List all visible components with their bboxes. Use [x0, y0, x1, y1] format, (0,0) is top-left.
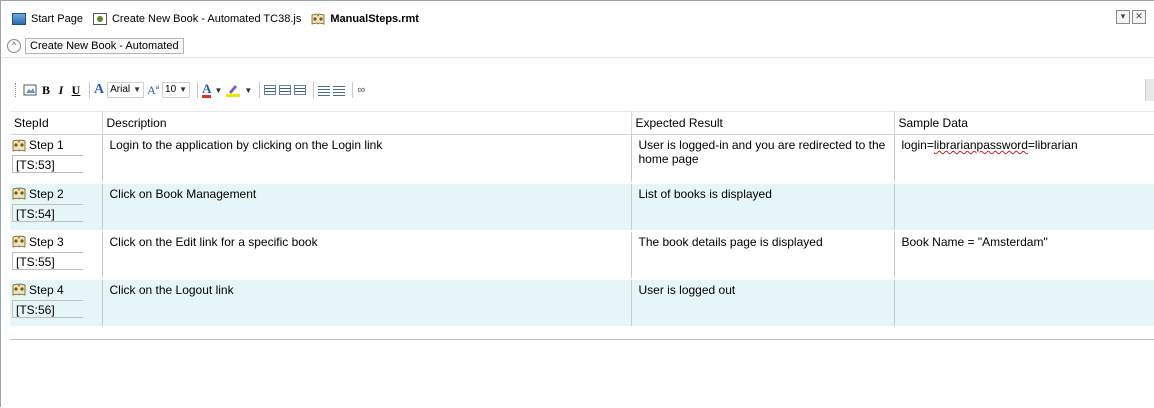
breadcrumb: ^ Create New Book - Automated	[7, 38, 184, 54]
grid-header-row: StepId Description Expected Result Sampl…	[10, 111, 1154, 135]
manual-step-icon	[12, 139, 26, 152]
highlight-color-button[interactable]: ▼	[225, 82, 252, 98]
document-tab-strip: Start Page Create New Book - Automated T…	[2, 10, 1152, 28]
expected-result-cell[interactable]: The book details page is displayed	[631, 230, 895, 280]
step-id-cell[interactable]: Step 1 [TS:53]	[10, 134, 103, 184]
manual-step-icon	[12, 235, 26, 248]
step-label: Step 2	[29, 186, 64, 201]
description-cell[interactable]: Click on the Edit link for a specific bo…	[101, 230, 632, 280]
toolbar-grip[interactable]	[15, 83, 19, 97]
divider	[2, 57, 1154, 58]
expected-result-cell[interactable]: List of books is displayed	[631, 182, 895, 232]
description-cell[interactable]: Click on the Logout link	[101, 278, 632, 328]
expected-result-cell[interactable]: User is logged-in and you are redirected…	[631, 134, 895, 184]
test-step-id: [TS:53]	[12, 155, 83, 173]
step-id-cell[interactable]: Step 3 [TS:55]	[10, 230, 103, 280]
table-row[interactable]: Step 2 [TS:54] Click on Book Management …	[10, 182, 1154, 232]
toolbar-separator	[313, 82, 315, 98]
tab-label: Create New Book - Automated TC38.js	[111, 13, 302, 25]
breadcrumb-title[interactable]: Create New Book - Automated	[25, 38, 184, 54]
sample-data-misspelled: librarianpassword	[933, 138, 1028, 152]
step-label: Step 3	[29, 234, 64, 249]
sample-data-cell[interactable]	[894, 278, 1154, 328]
numbered-list-icon[interactable]	[333, 84, 346, 96]
step-label: Step 1	[29, 138, 64, 152]
test-step-id: [TS:56]	[12, 299, 83, 318]
font-size-icon: Aª	[147, 82, 160, 97]
align-left-button[interactable]	[264, 85, 277, 95]
toolbar-separator	[197, 82, 199, 98]
manual-step-icon	[12, 187, 26, 200]
table-row[interactable]: Step 1 [TS:53] Login to the application …	[10, 134, 1154, 184]
column-header-stepid[interactable]: StepId	[10, 111, 103, 135]
column-header-sample-data[interactable]: Sample Data	[894, 111, 1154, 135]
tab-list-dropdown-icon[interactable]: ▾	[1116, 10, 1130, 24]
tab-label: Start Page	[31, 13, 83, 25]
align-center-button[interactable]	[279, 85, 292, 95]
chevron-down-icon: ▼	[244, 85, 253, 95]
bullet-list-icon[interactable]	[318, 84, 331, 96]
editor-window: Start Page Create New Book - Automated T…	[0, 0, 1154, 408]
toolbar-separator	[352, 82, 354, 98]
tab-strip-controls: ▾ ✕	[1116, 10, 1146, 24]
manual-step-icon	[12, 283, 26, 296]
tab-script-file[interactable]: Create New Book - Automated TC38.js	[92, 13, 302, 25]
grid-empty-area[interactable]	[10, 340, 1154, 408]
highlight-icon	[226, 85, 241, 97]
expected-result-cell[interactable]: User is logged out	[631, 278, 895, 328]
table-row[interactable]: Step 4 [TS:56] Click on the Logout link …	[10, 278, 1154, 328]
description-cell[interactable]: Click on Book Management	[101, 182, 632, 232]
close-tab-icon[interactable]: ✕	[1132, 10, 1146, 24]
chevron-down-icon: ▼	[214, 85, 223, 95]
sample-data-text-end: =librarian	[1027, 138, 1078, 152]
column-header-expected-result[interactable]: Expected Result	[631, 111, 895, 135]
toolbar-separator	[259, 82, 261, 98]
font-color-button[interactable]: A ▼	[202, 82, 222, 98]
font-color-icon: A	[202, 80, 212, 98]
sample-data-text: login=	[901, 138, 934, 152]
sample-data-cell[interactable]: Book Name = "Amsterdam"	[894, 230, 1154, 280]
step-id-cell[interactable]: Step 2 [TS:54]	[10, 182, 103, 232]
step-id-cell[interactable]: Step 4 [TS:56]	[10, 278, 103, 328]
font-size-select[interactable]: 10 ▼	[162, 82, 191, 98]
start-page-icon	[12, 13, 26, 25]
toolbar-separator	[89, 82, 90, 98]
tab-manual-steps[interactable]: ManualSteps.rmt	[311, 13, 419, 25]
chevron-down-icon: ▼	[179, 85, 188, 94]
table-row[interactable]: Step 3 [TS:55] Click on the Edit link fo…	[10, 230, 1154, 280]
script-file-icon	[92, 13, 107, 25]
tab-label: ManualSteps.rmt	[330, 13, 419, 25]
test-step-id: [TS:54]	[12, 203, 83, 222]
bold-button[interactable]: B	[40, 82, 52, 98]
insert-image-icon[interactable]	[23, 82, 37, 98]
align-right-button[interactable]	[294, 85, 307, 95]
toolbar-scrollbar[interactable]	[1145, 79, 1154, 101]
test-step-id: [TS:55]	[12, 251, 83, 270]
font-icon: A	[94, 82, 105, 97]
sample-data-text: Book Name = "Amsterdam"	[901, 234, 1048, 249]
collapse-icon[interactable]: ^	[7, 39, 21, 53]
sample-data-cell[interactable]	[894, 182, 1154, 232]
font-size-value: 10	[165, 84, 177, 95]
description-cell[interactable]: Login to the application by clicking on …	[101, 134, 632, 184]
hyperlink-icon[interactable]: ∞	[357, 82, 365, 98]
manual-steps-grid: StepId Description Expected Result Sampl…	[10, 111, 1154, 328]
manual-steps-icon	[311, 13, 325, 25]
sample-data-cell[interactable]: login=librarianpassword=librarian	[894, 134, 1154, 184]
chevron-down-icon: ▼	[133, 85, 142, 94]
formatting-toolbar: B I U A Arial ▼ Aª 10 ▼ A ▼ ▼ ∞	[15, 80, 368, 100]
italic-button[interactable]: I	[55, 82, 67, 98]
column-header-description[interactable]: Description	[102, 111, 632, 135]
tab-start-page[interactable]: Start Page	[12, 13, 83, 25]
underline-button[interactable]: U	[70, 82, 82, 98]
font-name-select[interactable]: Arial ▼	[107, 82, 145, 98]
step-label: Step 4	[29, 282, 64, 297]
font-name-value: Arial	[110, 84, 131, 95]
